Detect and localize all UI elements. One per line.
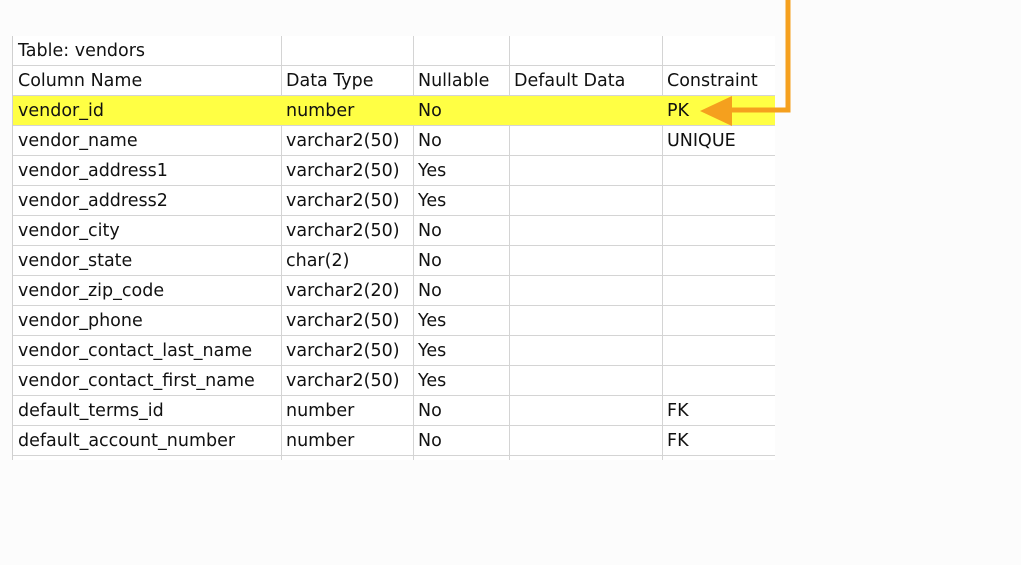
arrow-icon	[700, 0, 791, 126]
arrow-head	[700, 96, 732, 126]
arrow-shaft	[730, 0, 791, 113]
